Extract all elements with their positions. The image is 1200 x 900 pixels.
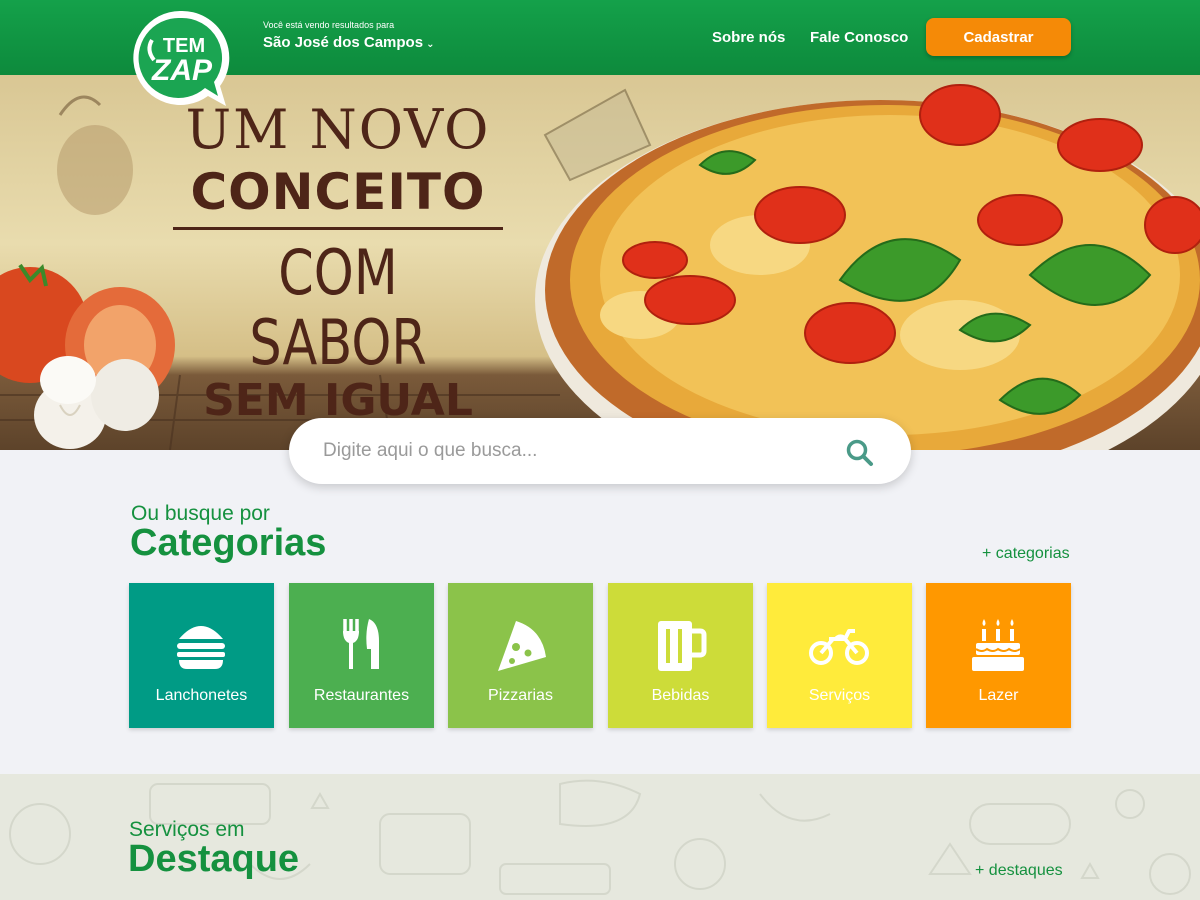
chevron-down-icon: ⌄ bbox=[426, 39, 435, 50]
categories-title: Categorias bbox=[130, 522, 327, 564]
category-label: Lazer bbox=[978, 687, 1019, 704]
location-label: Você está vendo resultados para bbox=[263, 20, 395, 30]
nav-sobre-nos[interactable]: Sobre nós bbox=[712, 29, 785, 46]
category-label: Pizzarias bbox=[488, 687, 553, 704]
more-categories-link[interactable]: + categorias bbox=[982, 545, 1070, 563]
category-bebidas[interactable]: Bebidas bbox=[608, 583, 753, 728]
location-city: São José dos Campos bbox=[263, 34, 424, 51]
motorcycle-icon bbox=[809, 629, 869, 665]
logo-text-zap: ZAP bbox=[151, 54, 213, 87]
nav-fale-conosco[interactable]: Fale Conosco bbox=[810, 29, 908, 46]
more-highlights-link[interactable]: + destaques bbox=[975, 862, 1063, 880]
beer-mug-icon bbox=[658, 621, 707, 671]
location-city-dropdown[interactable]: São José dos Campos ⌄ bbox=[263, 34, 434, 51]
fork-knife-icon bbox=[343, 619, 379, 669]
hero-banner: UM NOVO CONCEITO COM SABOR SEM IGUAL bbox=[0, 75, 1200, 450]
category-pizzarias[interactable]: Pizzarias bbox=[448, 583, 593, 728]
search-bar bbox=[289, 418, 911, 484]
category-label: Bebidas bbox=[651, 687, 710, 704]
search-input[interactable] bbox=[323, 436, 823, 466]
category-label: Serviços bbox=[808, 687, 871, 704]
cake-icon bbox=[972, 619, 1024, 671]
hero-divider bbox=[173, 227, 503, 230]
category-lazer[interactable]: Lazer bbox=[926, 583, 1071, 728]
category-restaurantes[interactable]: Restaurantes bbox=[289, 583, 434, 728]
category-label: Lanchonetes bbox=[155, 687, 248, 704]
highlights-title: Destaque bbox=[128, 838, 300, 880]
category-lanchonetes[interactable]: Lanchonetes bbox=[129, 583, 274, 728]
hero-headline: UM NOVO CONCEITO COM SABOR SEM IGUAL bbox=[168, 97, 508, 424]
radish-sketch bbox=[57, 95, 133, 215]
search-icon[interactable] bbox=[845, 438, 875, 468]
cadastrar-button[interactable]: Cadastrar bbox=[926, 18, 1071, 56]
hero-line-2: CONCEITO bbox=[190, 163, 486, 221]
category-servicos[interactable]: Serviços bbox=[767, 583, 912, 728]
hero-line-3: COM SABOR bbox=[249, 236, 427, 379]
category-label: Restaurantes bbox=[313, 687, 410, 704]
burger-icon bbox=[177, 626, 225, 669]
tem-zap-logo[interactable]: TEM ZAP bbox=[128, 8, 232, 108]
location-selector[interactable]: Você está vendo resultados para São José… bbox=[263, 20, 434, 51]
pizza-icon bbox=[498, 621, 546, 671]
